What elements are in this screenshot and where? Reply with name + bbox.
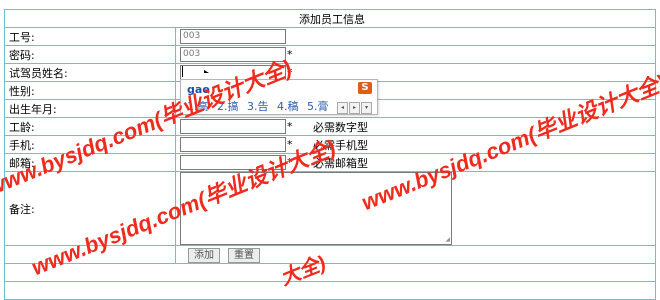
driver-name-label: 试驾员姓名: [4, 63, 176, 82]
ime-prev-page-icon[interactable]: ◂ [337, 102, 348, 114]
row-footer-spacer [4, 281, 656, 300]
mobile-required-mark: * [287, 138, 293, 151]
password-cell: 003 * [175, 45, 656, 64]
buttons-left-cell [4, 245, 176, 264]
ime-menu-icon[interactable]: ▾ [361, 102, 372, 114]
mobile-input[interactable] [180, 137, 286, 152]
email-cell: * 必需邮箱型 [175, 153, 656, 172]
seniority-cell: * 必需数字型 [175, 117, 656, 136]
add-button[interactable]: 添加 [188, 248, 220, 263]
row-mobile: 手机: * 必需手机型 [4, 135, 656, 154]
row-password: 密码: 003 * [4, 45, 656, 64]
remark-textarea[interactable]: ◢ [180, 172, 452, 245]
mobile-label: 手机: [4, 135, 176, 154]
seniority-required-mark: * [287, 120, 293, 133]
password-required-mark: * [287, 48, 293, 61]
employee-id-label: 工号: [4, 27, 176, 46]
mouse-pointer-icon [204, 70, 209, 73]
ime-composition: gao [187, 83, 210, 96]
seniority-label: 工龄: [4, 117, 176, 136]
reset-button[interactable]: 重置 [228, 248, 260, 263]
driver-name-required-mark: * [287, 66, 293, 79]
password-label: 密码: [4, 45, 176, 64]
remark-cell: ◢ [175, 171, 656, 246]
row-email: 邮箱: * 必需邮箱型 [4, 153, 656, 172]
row-employee-id: 工号: 003 [4, 27, 656, 46]
password-input[interactable]: 003 [180, 47, 286, 62]
footer-spacer-cell [4, 281, 656, 300]
seniority-hint: 必需数字型 [313, 120, 368, 134]
row-buttons: 添加 重置 [4, 245, 656, 264]
remark-label: 备注: [4, 171, 176, 246]
ime-candidate[interactable]: 4.稿 [277, 100, 299, 113]
row-seniority: 工龄: * 必需数字型 [4, 117, 656, 136]
text-caret [182, 66, 183, 77]
empty-row-cell [4, 263, 656, 282]
form-title: 添加员工信息 [4, 9, 656, 28]
ime-candidate[interactable]: 3.告 [247, 100, 269, 113]
employee-id-input[interactable]: 003 [180, 29, 286, 44]
mobile-hint: 必需手机型 [313, 138, 368, 152]
resize-grip-icon[interactable]: ◢ [445, 236, 450, 243]
row-empty [4, 263, 656, 282]
ime-candidate-list: 1.高 2.搞 3.告 4.稿 5.膏 [187, 98, 334, 114]
email-hint: 必需邮箱型 [313, 156, 368, 170]
ime-candidate[interactable]: 2.搞 [217, 100, 239, 113]
email-required-mark: * [287, 156, 293, 169]
ime-nav: ◂ ▸ ▾ [337, 99, 373, 114]
mobile-cell: * 必需手机型 [175, 135, 656, 154]
email-label: 邮箱: [4, 153, 176, 172]
ime-candidate[interactable]: 1.高 [187, 100, 209, 113]
employee-id-cell: 003 [175, 27, 656, 46]
ime-next-page-icon[interactable]: ▸ [349, 102, 360, 114]
email-input[interactable] [180, 155, 286, 170]
birth-date-label: 出生年月: [4, 99, 176, 118]
employee-form-table: 添加员工信息 工号: 003 密码: 003 * 试驾员姓名: * 性别: 出生年… [4, 9, 656, 300]
ime-candidate-popup[interactable]: gao S 1.高 2.搞 3.告 4.稿 5.膏 ◂ ▸ ▾ [180, 79, 378, 115]
sogou-logo-icon: S [358, 82, 372, 94]
gender-label: 性别: [4, 81, 176, 100]
row-remark: 备注: ◢ [4, 171, 656, 246]
driver-name-input[interactable] [180, 65, 286, 80]
ime-candidate[interactable]: 5.膏 [307, 100, 329, 113]
buttons-cell: 添加 重置 [175, 245, 656, 264]
seniority-input[interactable] [180, 119, 286, 134]
